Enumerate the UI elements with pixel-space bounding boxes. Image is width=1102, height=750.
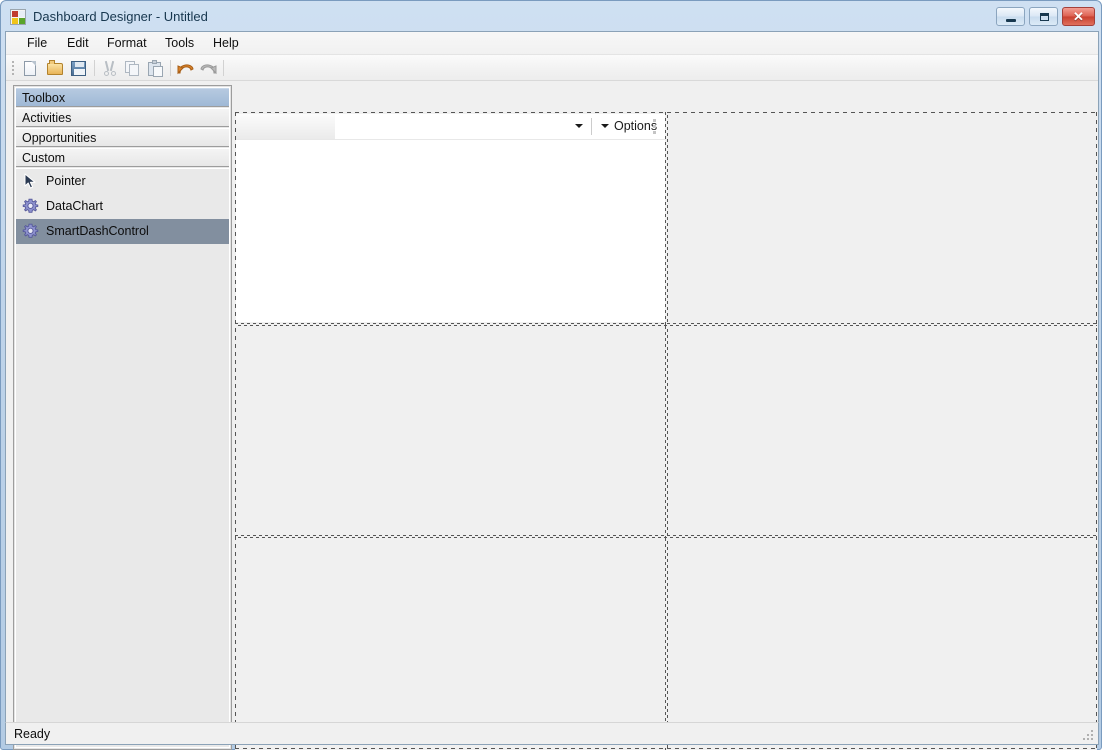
design-surface[interactable]: Options <box>235 112 1097 750</box>
smartdash-combo-dropdown[interactable] <box>570 114 588 139</box>
toolbox-section-custom[interactable]: Custom <box>16 148 229 167</box>
title-bar: Dashboard Designer - Untitled ✕ <box>1 1 1102 31</box>
chevron-down-icon <box>575 124 583 128</box>
resize-grip-icon[interactable] <box>1083 730 1095 742</box>
menu-format[interactable]: Format <box>100 35 154 52</box>
open-button[interactable] <box>44 58 65 79</box>
window-title: Dashboard Designer - Untitled <box>33 9 208 24</box>
new-document-icon <box>24 61 36 76</box>
surface-cell[interactable] <box>666 538 1097 750</box>
toolbox-panel-inner: Toolbox Activities Opportunities Custom … <box>15 87 230 748</box>
menu-tools[interactable]: Tools <box>158 35 201 52</box>
tool-bar <box>6 55 1098 81</box>
toolbox-panel: Toolbox Activities Opportunities Custom … <box>13 85 232 750</box>
toolbox-item-smartdashcontrol[interactable]: SmartDashControl <box>16 219 229 244</box>
surface-row <box>235 326 1097 537</box>
menu-bar: File Edit Format Tools Help <box>6 32 1098 55</box>
client-area: File Edit Format Tools Help Toolbox Acti… <box>5 31 1099 750</box>
smartdash-options-label: Options <box>614 119 658 133</box>
surface-cell[interactable] <box>235 326 666 537</box>
surface-column-separator <box>665 538 668 750</box>
redo-button[interactable] <box>198 58 219 79</box>
cut-button[interactable] <box>99 58 120 79</box>
copy-button[interactable] <box>122 58 143 79</box>
open-folder-icon <box>47 60 63 75</box>
smartdash-separator <box>591 118 592 135</box>
save-floppy-icon <box>71 61 86 76</box>
toolbox-section-toolbox[interactable]: Toolbox <box>16 88 229 107</box>
gear-icon <box>22 223 39 240</box>
close-icon: ✕ <box>1073 9 1084 24</box>
toolbox-item-label: SmartDashControl <box>46 224 149 238</box>
surface-row-separator <box>235 535 1097 538</box>
surface-row: Options <box>235 112 1097 325</box>
chevron-down-icon <box>601 124 609 128</box>
toolbar-grip-icon[interactable] <box>12 61 15 75</box>
status-message: Ready <box>14 727 51 741</box>
toolbar-separator <box>170 60 171 76</box>
cut-scissors-icon <box>103 60 117 76</box>
surface-border <box>235 112 1097 114</box>
toolbar-separator <box>94 60 95 76</box>
minimize-icon <box>1006 19 1016 22</box>
smartdash-header: Options <box>236 114 665 140</box>
grip-dots-icon[interactable] <box>653 119 657 135</box>
maximize-icon <box>1040 13 1049 21</box>
copy-icon <box>125 61 141 77</box>
menu-help[interactable]: Help <box>206 35 246 52</box>
smartdash-body[interactable] <box>236 140 665 322</box>
surface-border <box>235 112 236 750</box>
surface-cell[interactable] <box>235 538 666 750</box>
close-button[interactable]: ✕ <box>1062 7 1095 26</box>
undo-arrow-icon <box>177 62 194 76</box>
new-button[interactable] <box>20 58 41 79</box>
paste-icon <box>148 60 164 77</box>
surface-cell[interactable] <box>666 112 1097 325</box>
undo-button[interactable] <box>175 58 196 79</box>
redo-arrow-icon <box>200 62 217 76</box>
toolbox-item-datachart[interactable]: DataChart <box>16 194 229 219</box>
menu-edit[interactable]: Edit <box>60 35 96 52</box>
toolbox-section-activities[interactable]: Activities <box>16 108 229 127</box>
save-button[interactable] <box>68 58 89 79</box>
surface-row <box>235 538 1097 750</box>
surface-column-separator <box>665 326 668 537</box>
surface-border <box>1096 112 1097 750</box>
menu-file[interactable]: File <box>20 35 54 52</box>
toolbox-item-label: Pointer <box>46 174 86 188</box>
paste-button[interactable] <box>145 58 166 79</box>
dashboard-app-icon <box>10 9 26 25</box>
surface-column-separator <box>665 112 668 325</box>
gear-icon <box>22 198 39 215</box>
toolbox-item-pointer[interactable]: Pointer <box>16 169 229 194</box>
maximize-button[interactable] <box>1029 7 1058 26</box>
pointer-arrow-icon <box>22 173 39 190</box>
toolbox-item-list: Pointer DataChart SmartDashControl <box>16 168 229 747</box>
smartdash-toolstrip[interactable] <box>236 114 335 139</box>
surface-cell[interactable] <box>666 326 1097 537</box>
toolbar-separator <box>223 60 224 76</box>
status-bar: Ready <box>5 722 1099 745</box>
toolbox-item-label: DataChart <box>46 199 103 213</box>
surface-row-separator <box>235 323 1097 326</box>
smartdash-control[interactable]: Options <box>236 114 665 322</box>
toolbox-section-opportunities[interactable]: Opportunities <box>16 128 229 147</box>
application-window: Dashboard Designer - Untitled ✕ File Edi… <box>0 0 1102 750</box>
minimize-button[interactable] <box>996 7 1025 26</box>
surface-cell[interactable]: Options <box>235 112 666 325</box>
